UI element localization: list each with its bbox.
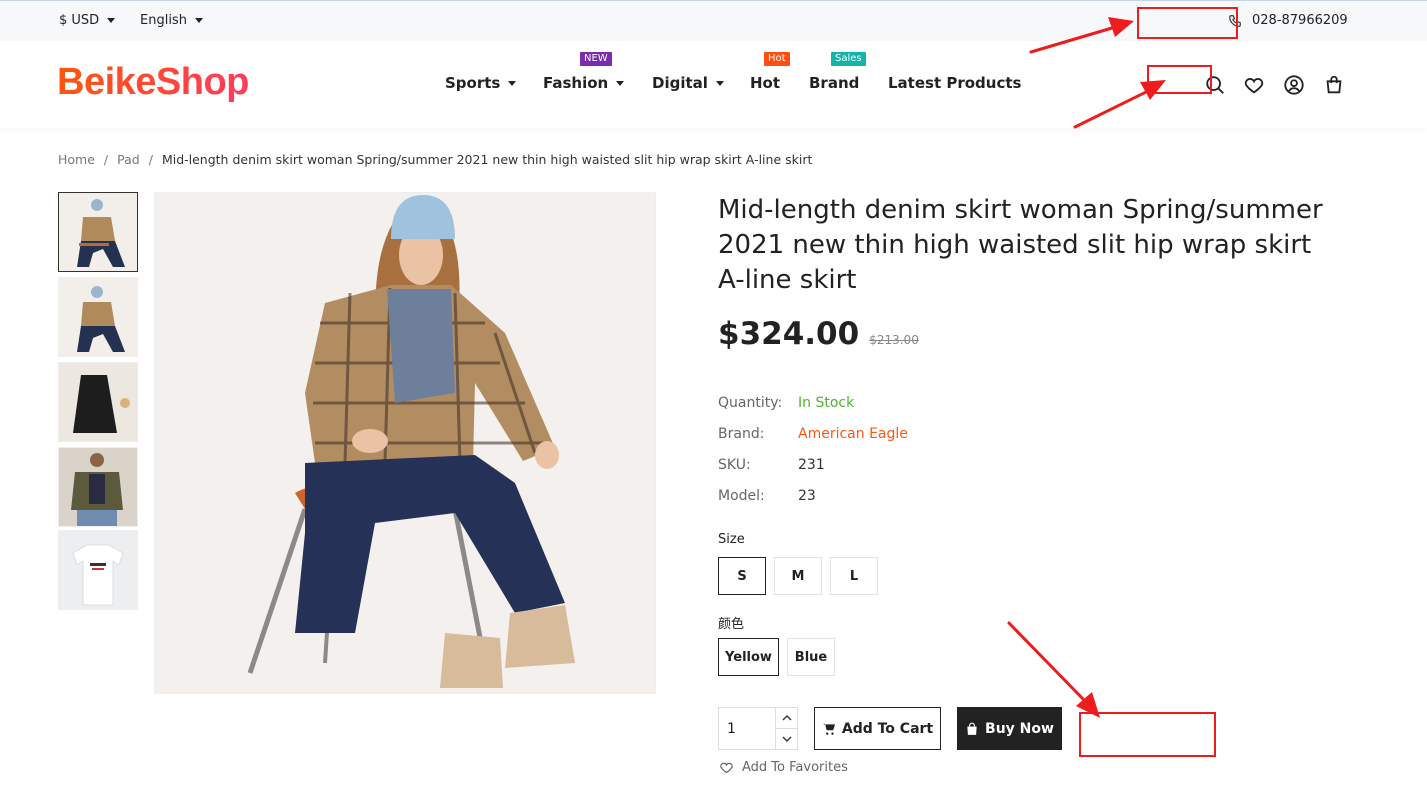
quantity-buttons	[775, 708, 797, 749]
chevron-up-icon[interactable]	[776, 708, 797, 729]
nav-label: Brand	[809, 74, 860, 92]
annotation-box	[1137, 7, 1238, 39]
attr-label: Model:	[718, 488, 765, 504]
nav-item-sports[interactable]: Sports	[445, 74, 517, 92]
product-thumbnail[interactable]	[58, 277, 138, 357]
current-price: $324.00	[718, 316, 860, 352]
chevron-down-icon	[508, 80, 517, 86]
buy-now-button[interactable]: Buy Now	[957, 707, 1062, 750]
chevron-down-icon[interactable]	[776, 729, 797, 749]
product-thumbnail[interactable]	[58, 192, 138, 272]
sku-value: 231	[798, 457, 825, 473]
nav-item-brand[interactable]: Sales Brand	[809, 52, 866, 92]
breadcrumb-home[interactable]: Home	[58, 152, 95, 167]
chevron-down-icon	[194, 18, 203, 23]
product-photo-woman-on-chair	[155, 193, 655, 693]
attr-sku: SKU: 231	[718, 457, 908, 488]
size-option-l[interactable]: L	[830, 557, 878, 595]
model-value: 23	[798, 488, 816, 504]
site-logo[interactable]: BeikeShop	[57, 61, 249, 104]
thumbnail-image-black-skirt	[59, 363, 137, 441]
color-option-blue[interactable]: Blue	[787, 638, 835, 676]
phone-number: 028-87966209	[1252, 13, 1348, 28]
thumbnail-image-jacket	[59, 448, 137, 526]
product-main-image[interactable]	[154, 192, 656, 694]
cart-icon	[823, 723, 835, 735]
buy-now-label: Buy Now	[985, 720, 1054, 737]
breadcrumb: Home / Pad / Mid-length denim skirt woma…	[58, 152, 812, 167]
nav-badge-sales: Sales	[831, 52, 866, 66]
favorites-label: Add To Favorites	[742, 760, 848, 775]
attr-quantity: Quantity: In Stock	[718, 395, 908, 426]
size-option-m[interactable]: M	[774, 557, 822, 595]
main-header: BeikeShop Sports NEW Fashion Digital Hot…	[0, 41, 1427, 128]
product-thumbnail[interactable]	[58, 530, 138, 610]
size-label: Size	[718, 532, 745, 547]
color-label: 颜色	[718, 617, 745, 632]
stock-status: In Stock	[798, 395, 855, 411]
chevron-down-icon	[107, 18, 116, 23]
attr-label: SKU:	[718, 457, 751, 473]
nav-item-hot[interactable]: Hot Hot	[750, 52, 790, 92]
quantity-input[interactable]: 1	[719, 708, 775, 749]
breadcrumb-separator: /	[148, 152, 153, 167]
nav-item-digital[interactable]: Digital	[652, 74, 724, 92]
attr-model: Model: 23	[718, 488, 908, 519]
add-to-cart-label: Add To Cart	[841, 720, 934, 737]
nav-badge-new: NEW	[580, 52, 612, 66]
quantity-stepper: 1	[718, 707, 798, 750]
nav-label: Latest Products	[888, 74, 1022, 92]
currency-label: $ USD	[59, 13, 100, 28]
user-icon[interactable]	[1283, 74, 1305, 96]
nav-label: Digital	[652, 74, 708, 92]
heart-icon	[720, 762, 733, 774]
nav-item-fashion[interactable]: NEW Fashion	[543, 52, 625, 92]
size-option-s[interactable]: S	[718, 557, 766, 595]
nav-item-latest-products[interactable]: Latest Products	[888, 74, 1021, 92]
currency-selector[interactable]: $ USD	[59, 13, 116, 28]
nav-label: Hot	[750, 74, 781, 92]
language-label: English	[140, 13, 187, 28]
price-block: $324.00 $213.00	[718, 316, 919, 352]
add-to-favorites-link[interactable]: Add To Favorites	[719, 760, 848, 775]
attr-label: Quantity:	[718, 395, 783, 411]
breadcrumb-current: Mid-length denim skirt woman Spring/summ…	[161, 152, 813, 167]
product-title: Mid-length denim skirt woman Spring/summ…	[718, 195, 1323, 295]
annotation-box	[1147, 65, 1212, 94]
nav-badge-hot: Hot	[764, 52, 790, 66]
color-option-yellow[interactable]: Yellow	[718, 638, 779, 676]
attr-label: Brand:	[718, 426, 765, 442]
breadcrumb-separator: /	[103, 152, 109, 167]
product-attributes: Quantity: In Stock Brand: American Eagle…	[718, 395, 908, 519]
chevron-down-icon	[715, 80, 724, 86]
product-thumbnail[interactable]	[58, 447, 138, 527]
breadcrumb-pad[interactable]: Pad	[117, 152, 140, 167]
thumbnail-image-woman-seated	[59, 278, 137, 356]
heart-icon[interactable]	[1243, 74, 1265, 96]
annotation-box	[1079, 712, 1216, 757]
shopping-bag-icon	[967, 722, 977, 735]
nav-label: Fashion	[543, 74, 609, 92]
language-selector[interactable]: English	[140, 13, 203, 28]
product-thumbnail[interactable]	[58, 362, 138, 442]
old-price: $213.00	[869, 333, 919, 347]
thumbnail-image-white-tshirt	[59, 531, 137, 609]
attr-brand: Brand: American Eagle	[718, 426, 908, 457]
chevron-down-icon	[616, 80, 625, 86]
nav-label: Sports	[445, 74, 501, 92]
add-to-cart-button[interactable]: Add To Cart	[814, 707, 941, 750]
thumbnail-image-woman-plaid	[59, 193, 137, 271]
phone-contact: 028-87966209	[1228, 13, 1348, 28]
brand-link[interactable]: American Eagle	[798, 426, 908, 457]
cart-icon[interactable]	[1323, 74, 1345, 96]
